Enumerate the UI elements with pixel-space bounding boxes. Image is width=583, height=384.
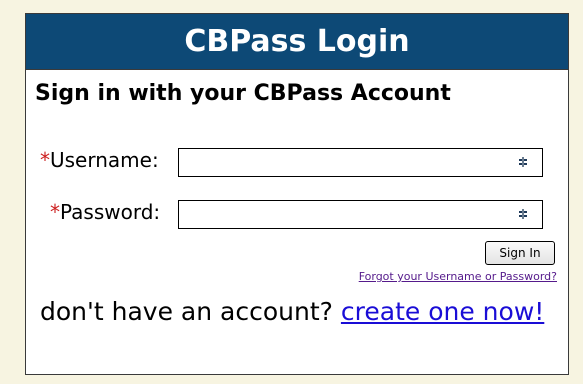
password-label-text: Password: [60, 200, 161, 224]
password-manager-key-icon[interactable] [519, 157, 529, 167]
username-field-wrapper [178, 148, 543, 177]
username-label-text: Username: [50, 148, 159, 172]
username-label: *Username: [40, 148, 159, 172]
required-marker: * [50, 200, 60, 224]
sign-in-button[interactable]: Sign In [485, 241, 555, 265]
forgot-credentials-link[interactable]: Forgot your Username or Password? [359, 270, 557, 283]
required-marker: * [40, 148, 50, 172]
create-account-link[interactable]: create one now! [341, 297, 544, 326]
password-row: *Password: [50, 200, 160, 224]
password-label: *Password: [50, 200, 160, 224]
login-header: CBPass Login [26, 14, 568, 70]
password-field-wrapper [178, 200, 543, 229]
login-panel: CBPass Login Sign in with your CBPass Ac… [25, 13, 569, 375]
username-row: *Username: [40, 148, 159, 172]
signup-prompt-text: don't have an account? [40, 297, 333, 326]
password-manager-key-icon[interactable] [519, 209, 529, 219]
page-title: CBPass Login [184, 24, 410, 59]
signup-prompt: don't have an account? create one now! [40, 297, 544, 326]
password-field[interactable] [179, 201, 542, 228]
username-field[interactable] [179, 149, 542, 176]
form-subtitle: Sign in with your CBPass Account [35, 81, 451, 106]
